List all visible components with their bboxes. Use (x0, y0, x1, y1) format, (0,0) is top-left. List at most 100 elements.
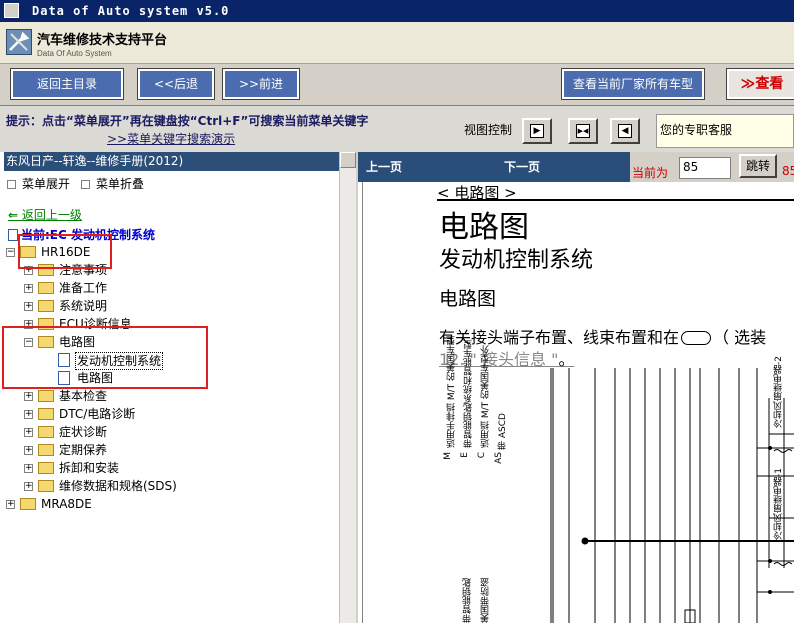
view-expand-right-button[interactable]: ▶ (522, 118, 552, 144)
back-up-label: 返回上一级 (21, 208, 82, 222)
menu-collapse-option[interactable]: 菜单折叠 (81, 175, 144, 192)
connector-info-link[interactable]: 12. " 接头信息 "。 (439, 346, 574, 370)
highlight-box-hr16de (18, 234, 112, 269)
tree-label: 维修数据和规格(SDS) (59, 479, 177, 493)
view-expand-left-button[interactable]: ◀ (610, 118, 640, 144)
back-to-main-button[interactable]: 返回主目录 (10, 68, 124, 100)
tree-label: 拆卸和安装 (59, 461, 120, 475)
collapse-icon (81, 180, 90, 189)
hint-bar: 提示：点击“菜单展开”再在键盘按“Ctrl+F”可搜索当前菜单关键字 >>菜单关… (0, 106, 794, 152)
menu-panel: 东风日产--轩逸--维修手册(2012) 菜单展开 菜单折叠 ⇐ 返回上一级 当… (0, 152, 356, 623)
doc-heading-1: 电路图 (439, 210, 529, 245)
collapse-toggle-icon[interactable]: − (6, 248, 15, 257)
window-title: Data of Auto system v5.0 (32, 4, 230, 18)
legend-text-m: 适用手排挡 M/T 的美国车型 (447, 335, 457, 448)
expand-toggle-icon[interactable]: + (24, 302, 33, 311)
window-titlebar: Data of Auto system v5.0 (0, 0, 794, 22)
folder-icon (38, 426, 54, 438)
forward-button[interactable]: >>前进 (222, 68, 300, 100)
doc-heading-3: 电路图 (439, 288, 497, 310)
legend-text-c: 适用挡 M/T 的美国车型外 (481, 344, 491, 448)
expand-toggle-icon[interactable]: + (24, 482, 33, 491)
legend-code-e: E (460, 452, 470, 458)
search-demo-link[interactable]: >>菜单关键字搜索演示 (107, 130, 235, 147)
expand-icon (7, 180, 16, 189)
connector-oval-icon (681, 331, 712, 345)
folder-icon (38, 390, 54, 402)
view-more-button[interactable]: ≫查看 (726, 68, 794, 100)
scroll-up-button[interactable] (340, 152, 356, 168)
current-page-label: 当前为 (632, 166, 669, 180)
split-arrows-icon: ▶◀ (576, 124, 590, 138)
app-icon (4, 3, 19, 18)
folder-icon (38, 462, 54, 474)
tree-label: 准备工作 (59, 281, 108, 295)
legend-text-as: 带 ASCD (498, 413, 508, 450)
expand-toggle-icon[interactable]: + (24, 284, 33, 293)
expand-toggle-icon[interactable]: + (6, 500, 15, 509)
arrow-left-icon: ◀ (618, 124, 632, 138)
folder-icon (38, 282, 54, 294)
next-page-button[interactable]: 下一页 (504, 158, 540, 175)
view-control-label: 视图控制 (464, 123, 513, 137)
tree-label: 定期保养 (59, 443, 108, 457)
relay-label-2: 冷却风扇继电器-2 (774, 356, 784, 428)
bottom-label-2: 美国带防盗 (481, 578, 491, 623)
expand-toggle-icon[interactable]: + (24, 464, 33, 473)
tools-logo-icon (6, 29, 32, 55)
doc-link-end: 。 (558, 350, 575, 369)
expand-toggle-icon[interactable]: + (24, 446, 33, 455)
expand-toggle-icon[interactable]: + (24, 428, 33, 437)
menu-scrollbar[interactable] (339, 152, 356, 623)
back-up-link[interactable]: ⇐ 返回上一级 (8, 206, 82, 223)
page-nav-bar: 上一页 下一页 当前为 85 跳转 85 (358, 152, 794, 182)
app-header: 汽车维修技术支持平台 Data Of Auto System (0, 22, 794, 64)
legend-code-c: C (477, 452, 487, 459)
document-panel: 上一页 下一页 当前为 85 跳转 85 < 电路图 > 电路图 发动机控制系统… (358, 152, 794, 623)
hint-text: 提示：点击“菜单展开”再在键盘按“Ctrl+F”可搜索当前菜单关键字 (6, 114, 369, 128)
bottom-label-1: 带智能钥匙 (463, 578, 473, 623)
doc-paragraph-text-2: （ 选装 (713, 328, 767, 347)
tree-label: 基本检查 (59, 389, 108, 403)
jump-button[interactable]: 跳转 (739, 154, 777, 178)
view-all-models-button[interactable]: 查看当前厂家所有车型 (561, 68, 705, 100)
menu-collapse-label: 菜单折叠 (96, 177, 145, 191)
back-button[interactable]: <<后退 (137, 68, 215, 100)
back-arrow-icon: ⇐ (8, 208, 19, 222)
menu-expand-option[interactable]: 菜单展开 (7, 175, 70, 192)
folder-icon (38, 408, 54, 420)
app-subtitle: Data Of Auto System (37, 49, 112, 58)
tree-label: DTC/电路诊断 (59, 407, 136, 421)
manual-heading: 东风日产--轩逸--维修手册(2012) (4, 152, 348, 171)
tree-label: 症状诊断 (59, 425, 108, 439)
expand-toggle-icon[interactable]: + (24, 410, 33, 419)
relay-label-1: 冷却风扇继电器-1 (774, 468, 784, 540)
page-trail-text: 85 (782, 164, 794, 178)
folder-icon (38, 300, 54, 312)
menu-expand-label: 菜单展开 (22, 177, 71, 191)
view-split-button[interactable]: ▶◀ (568, 118, 598, 144)
arrow-right-icon: ▶ (530, 124, 544, 138)
doc-paragraph-text: 有关接头端子布置、线束布置和在 (439, 328, 680, 347)
legend-code-as: AS (494, 452, 504, 464)
main-toolbar: 返回主目录 <<后退 >>前进 查看当前厂家所有车型 ≫查看 (0, 64, 794, 106)
highlight-box-wiring (2, 326, 208, 389)
legend-block: M 适用手排挡 M/T 的美国车型 E 带智能钥匙系统和智能车型 C 适用挡 M… (443, 335, 515, 532)
tree-label: 系统说明 (59, 299, 108, 313)
wiring-schematic: M 适用手排挡 M/T 的美国车型 E 带智能钥匙系统和智能车型 C 适用挡 M… (439, 335, 794, 623)
document-view[interactable]: < 电路图 > 电路图 发动机控制系统 电路图 有关接头端子布置、线束布置和在（… (362, 182, 794, 623)
expand-toggle-icon[interactable]: + (24, 392, 33, 401)
customer-service-box[interactable]: 您的专职客服 (656, 114, 794, 148)
doc-icon (8, 229, 18, 241)
tree-label: MRA8DE (41, 497, 92, 511)
page-number-input[interactable]: 85 (679, 157, 731, 179)
legend-code-m: M (443, 452, 453, 460)
folder-icon (38, 444, 54, 456)
doc-rule (437, 199, 794, 201)
prev-page-button[interactable]: 上一页 (366, 158, 402, 175)
doc-heading-2: 发动机控制系统 (439, 248, 594, 273)
folder-icon (38, 480, 54, 492)
legend-text-e: 带智能钥匙系统和智能车型 (464, 340, 474, 448)
app-title: 汽车维修技术支持平台 (37, 33, 168, 48)
folder-icon (20, 498, 36, 510)
